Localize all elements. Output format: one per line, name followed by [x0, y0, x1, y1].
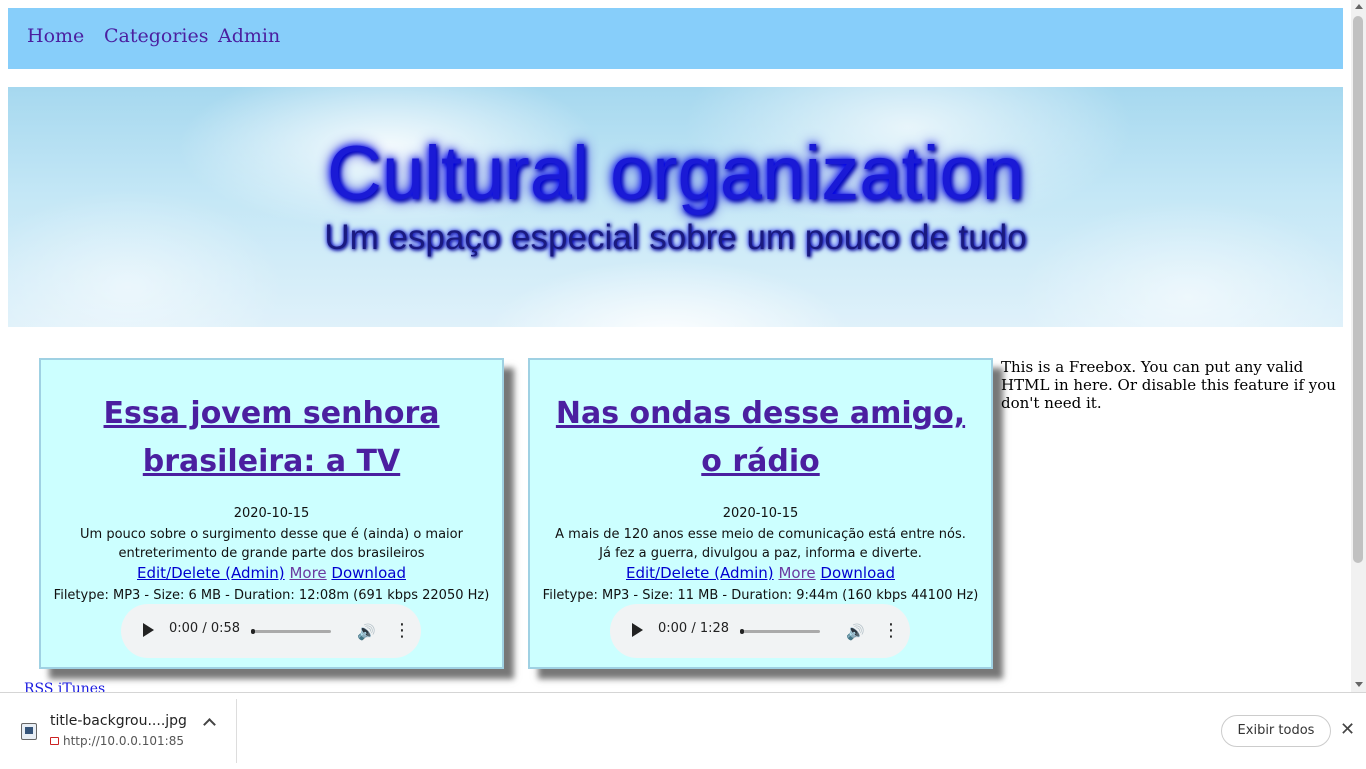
seek-slider[interactable] — [740, 629, 820, 634]
insecure-lock-icon — [50, 737, 59, 745]
audio-player: 0:00 / 1:28 🔊 ⋮ — [610, 604, 910, 658]
download-url: http://10.0.0.101:85 — [63, 734, 184, 748]
volume-icon[interactable]: 🔊 — [846, 623, 865, 641]
post-card: Nas ondas desse amigo, o rádio 2020-10-1… — [528, 358, 993, 669]
chevron-up-icon[interactable] — [203, 718, 216, 731]
site-subtitle: Um espaço especial sobre um pouco de tud… — [324, 218, 1027, 257]
volume-icon[interactable]: 🔊 — [357, 623, 376, 641]
more-options-icon[interactable]: ⋮ — [393, 620, 411, 641]
nav-admin-link[interactable]: Admin — [218, 25, 280, 47]
download-filename[interactable]: title-backgrou....jpg — [50, 713, 187, 729]
scroll-up-arrow-icon[interactable] — [1355, 4, 1363, 9]
nav-categories-link[interactable]: Categories — [104, 25, 209, 47]
post-description: Um pouco sobre o surgimento desse que é … — [80, 527, 463, 561]
more-link[interactable]: More — [778, 564, 815, 582]
site-title: Cultural organization — [326, 131, 1025, 216]
post-title-link[interactable]: Essa jovem senhora brasileira: a TV — [61, 390, 482, 486]
player-time: 0:00 / 0:58 — [169, 621, 241, 636]
download-link[interactable]: Download — [820, 564, 895, 582]
post-card: Essa jovem senhora brasileira: a TV 2020… — [39, 358, 504, 669]
seek-slider[interactable] — [251, 629, 331, 634]
post-filetype: Filetype: MP3 - Size: 6 MB - Duration: 1… — [53, 588, 490, 603]
post-description: A mais de 120 anos esse meio de comunica… — [555, 527, 966, 561]
edit-delete-link[interactable]: Edit/Delete (Admin) — [626, 564, 774, 582]
post-links: Edit/Delete (Admin) More Download — [41, 564, 502, 582]
play-icon[interactable] — [143, 623, 154, 637]
top-nav: Home Categories Admin — [8, 8, 1343, 69]
seek-thumb[interactable] — [251, 629, 255, 634]
seek-thumb[interactable] — [740, 629, 744, 634]
player-time: 0:00 / 1:28 — [658, 621, 730, 636]
page-scrollbar[interactable] — [1351, 0, 1366, 692]
audio-player: 0:00 / 0:58 🔊 ⋮ — [121, 604, 421, 658]
nav-home-link[interactable]: Home — [27, 25, 84, 47]
post-date: 2020-10-15 — [233, 506, 310, 521]
scroll-thumb[interactable] — [1353, 16, 1363, 563]
download-link[interactable]: Download — [331, 564, 406, 582]
close-icon[interactable]: ✕ — [1340, 719, 1355, 740]
post-title-link[interactable]: Nas ondas desse amigo, o rádio — [550, 390, 971, 486]
more-options-icon[interactable]: ⋮ — [882, 620, 900, 641]
more-link[interactable]: More — [289, 564, 326, 582]
post-date: 2020-10-15 — [722, 506, 799, 521]
download-shelf: title-backgrou....jpg http://10.0.0.101:… — [0, 692, 1366, 769]
show-all-button[interactable]: Exibir todos — [1221, 715, 1331, 747]
scroll-down-arrow-icon[interactable] — [1355, 682, 1363, 687]
post-filetype: Filetype: MP3 - Size: 11 MB - Duration: … — [542, 588, 979, 603]
post-links: Edit/Delete (Admin) More Download — [530, 564, 991, 582]
divider — [236, 699, 237, 763]
freebox-text: This is a Freebox. You can put any valid… — [1001, 358, 1336, 412]
edit-delete-link[interactable]: Edit/Delete (Admin) — [137, 564, 285, 582]
image-file-icon — [21, 723, 37, 740]
play-icon[interactable] — [632, 623, 643, 637]
header-banner: Cultural organization Um espaço especial… — [8, 87, 1343, 327]
